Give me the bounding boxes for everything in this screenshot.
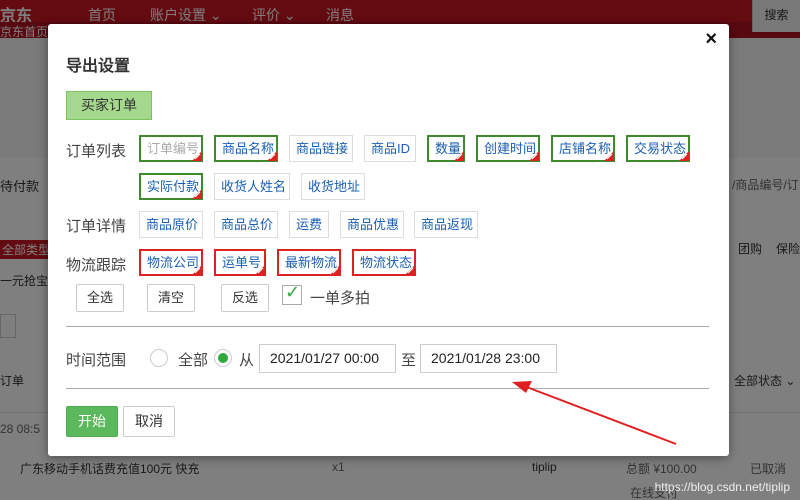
range-all-label: 全部 bbox=[178, 352, 209, 369]
selected-corner-icon bbox=[330, 265, 340, 275]
field-tag-shipping-fee[interactable]: 运费 bbox=[289, 211, 329, 238]
field-tag-product-link[interactable]: 商品链接 bbox=[289, 135, 353, 162]
field-tag-actual-payment[interactable]: 实际付款 bbox=[139, 173, 203, 200]
selected-corner-icon bbox=[529, 151, 539, 161]
field-tag-logistics-status[interactable]: 物流状态 bbox=[352, 249, 416, 276]
field-tag-order-number[interactable]: 订单编号 bbox=[139, 135, 203, 162]
field-tag-discount[interactable]: 商品优惠 bbox=[340, 211, 404, 238]
field-tag-product-name[interactable]: 商品名称 bbox=[214, 135, 278, 162]
selected-corner-icon bbox=[405, 265, 415, 275]
selected-corner-icon bbox=[604, 151, 614, 161]
range-all-radio[interactable] bbox=[150, 349, 168, 367]
invert-selection-button[interactable]: 反选 bbox=[221, 284, 269, 312]
field-tag-receiver-address[interactable]: 收货地址 bbox=[301, 173, 365, 200]
range-custom-radio[interactable] bbox=[214, 349, 232, 367]
logistics-label: 物流跟踪 bbox=[66, 257, 127, 274]
range-to-label: 至 bbox=[401, 352, 417, 369]
field-tag-product-id[interactable]: 商品ID bbox=[364, 135, 416, 162]
field-tag-cashback[interactable]: 商品返现 bbox=[414, 211, 478, 238]
dialog-title: 导出设置 bbox=[66, 58, 131, 75]
watermark: https://blog.csdn.net/tiplip bbox=[654, 480, 790, 494]
selected-corner-icon bbox=[454, 151, 464, 161]
end-date-input[interactable]: 2021/01/28 23:00 bbox=[420, 344, 557, 373]
divider bbox=[66, 388, 709, 389]
time-range-label: 时间范围 bbox=[66, 352, 127, 369]
field-tag-tracking-number[interactable]: 运单号 bbox=[214, 249, 266, 276]
field-tag-latest-logistics[interactable]: 最新物流 bbox=[277, 249, 341, 276]
select-all-button[interactable]: 全选 bbox=[76, 284, 124, 312]
start-button[interactable]: 开始 bbox=[66, 406, 118, 437]
multi-shot-checkbox[interactable]: ✓ bbox=[282, 282, 302, 305]
checkmark-icon: ✓ bbox=[285, 282, 301, 302]
field-tag-logistics-company[interactable]: 物流公司 bbox=[139, 249, 203, 276]
selected-corner-icon bbox=[679, 151, 689, 161]
multi-shot-label: 一单多拍 bbox=[310, 290, 371, 307]
start-date-input[interactable]: 2021/01/27 00:00 bbox=[259, 344, 396, 373]
selected-corner-icon bbox=[192, 151, 202, 161]
selected-corner-icon bbox=[192, 189, 202, 199]
field-tag-quantity[interactable]: 数量 bbox=[427, 135, 465, 162]
field-tag-trade-status[interactable]: 交易状态 bbox=[626, 135, 690, 162]
field-tag-shop-name[interactable]: 店铺名称 bbox=[551, 135, 615, 162]
order-detail-label: 订单详情 bbox=[66, 218, 127, 235]
cancel-button[interactable]: 取消 bbox=[123, 406, 175, 437]
selected-corner-icon bbox=[192, 265, 202, 275]
field-tag-total-price[interactable]: 商品总价 bbox=[214, 211, 278, 238]
clear-button[interactable]: 清空 bbox=[147, 284, 195, 312]
field-tag-create-time[interactable]: 创建时间 bbox=[476, 135, 540, 162]
field-tag-receiver-name[interactable]: 收货人姓名 bbox=[214, 173, 290, 200]
export-settings-dialog: 导出设置 × 买家订单 订单列表 订单编号 商品名称 商品链接 商品ID 数量 … bbox=[48, 24, 729, 456]
range-from-label: 从 bbox=[239, 352, 255, 369]
selected-corner-icon bbox=[267, 151, 277, 161]
buyer-order-tab[interactable]: 买家订单 bbox=[66, 91, 152, 120]
divider bbox=[66, 326, 709, 327]
close-icon[interactable]: × bbox=[705, 28, 717, 51]
order-list-label: 订单列表 bbox=[66, 143, 127, 160]
field-tag-original-price[interactable]: 商品原价 bbox=[139, 211, 203, 238]
selected-corner-icon bbox=[255, 265, 265, 275]
